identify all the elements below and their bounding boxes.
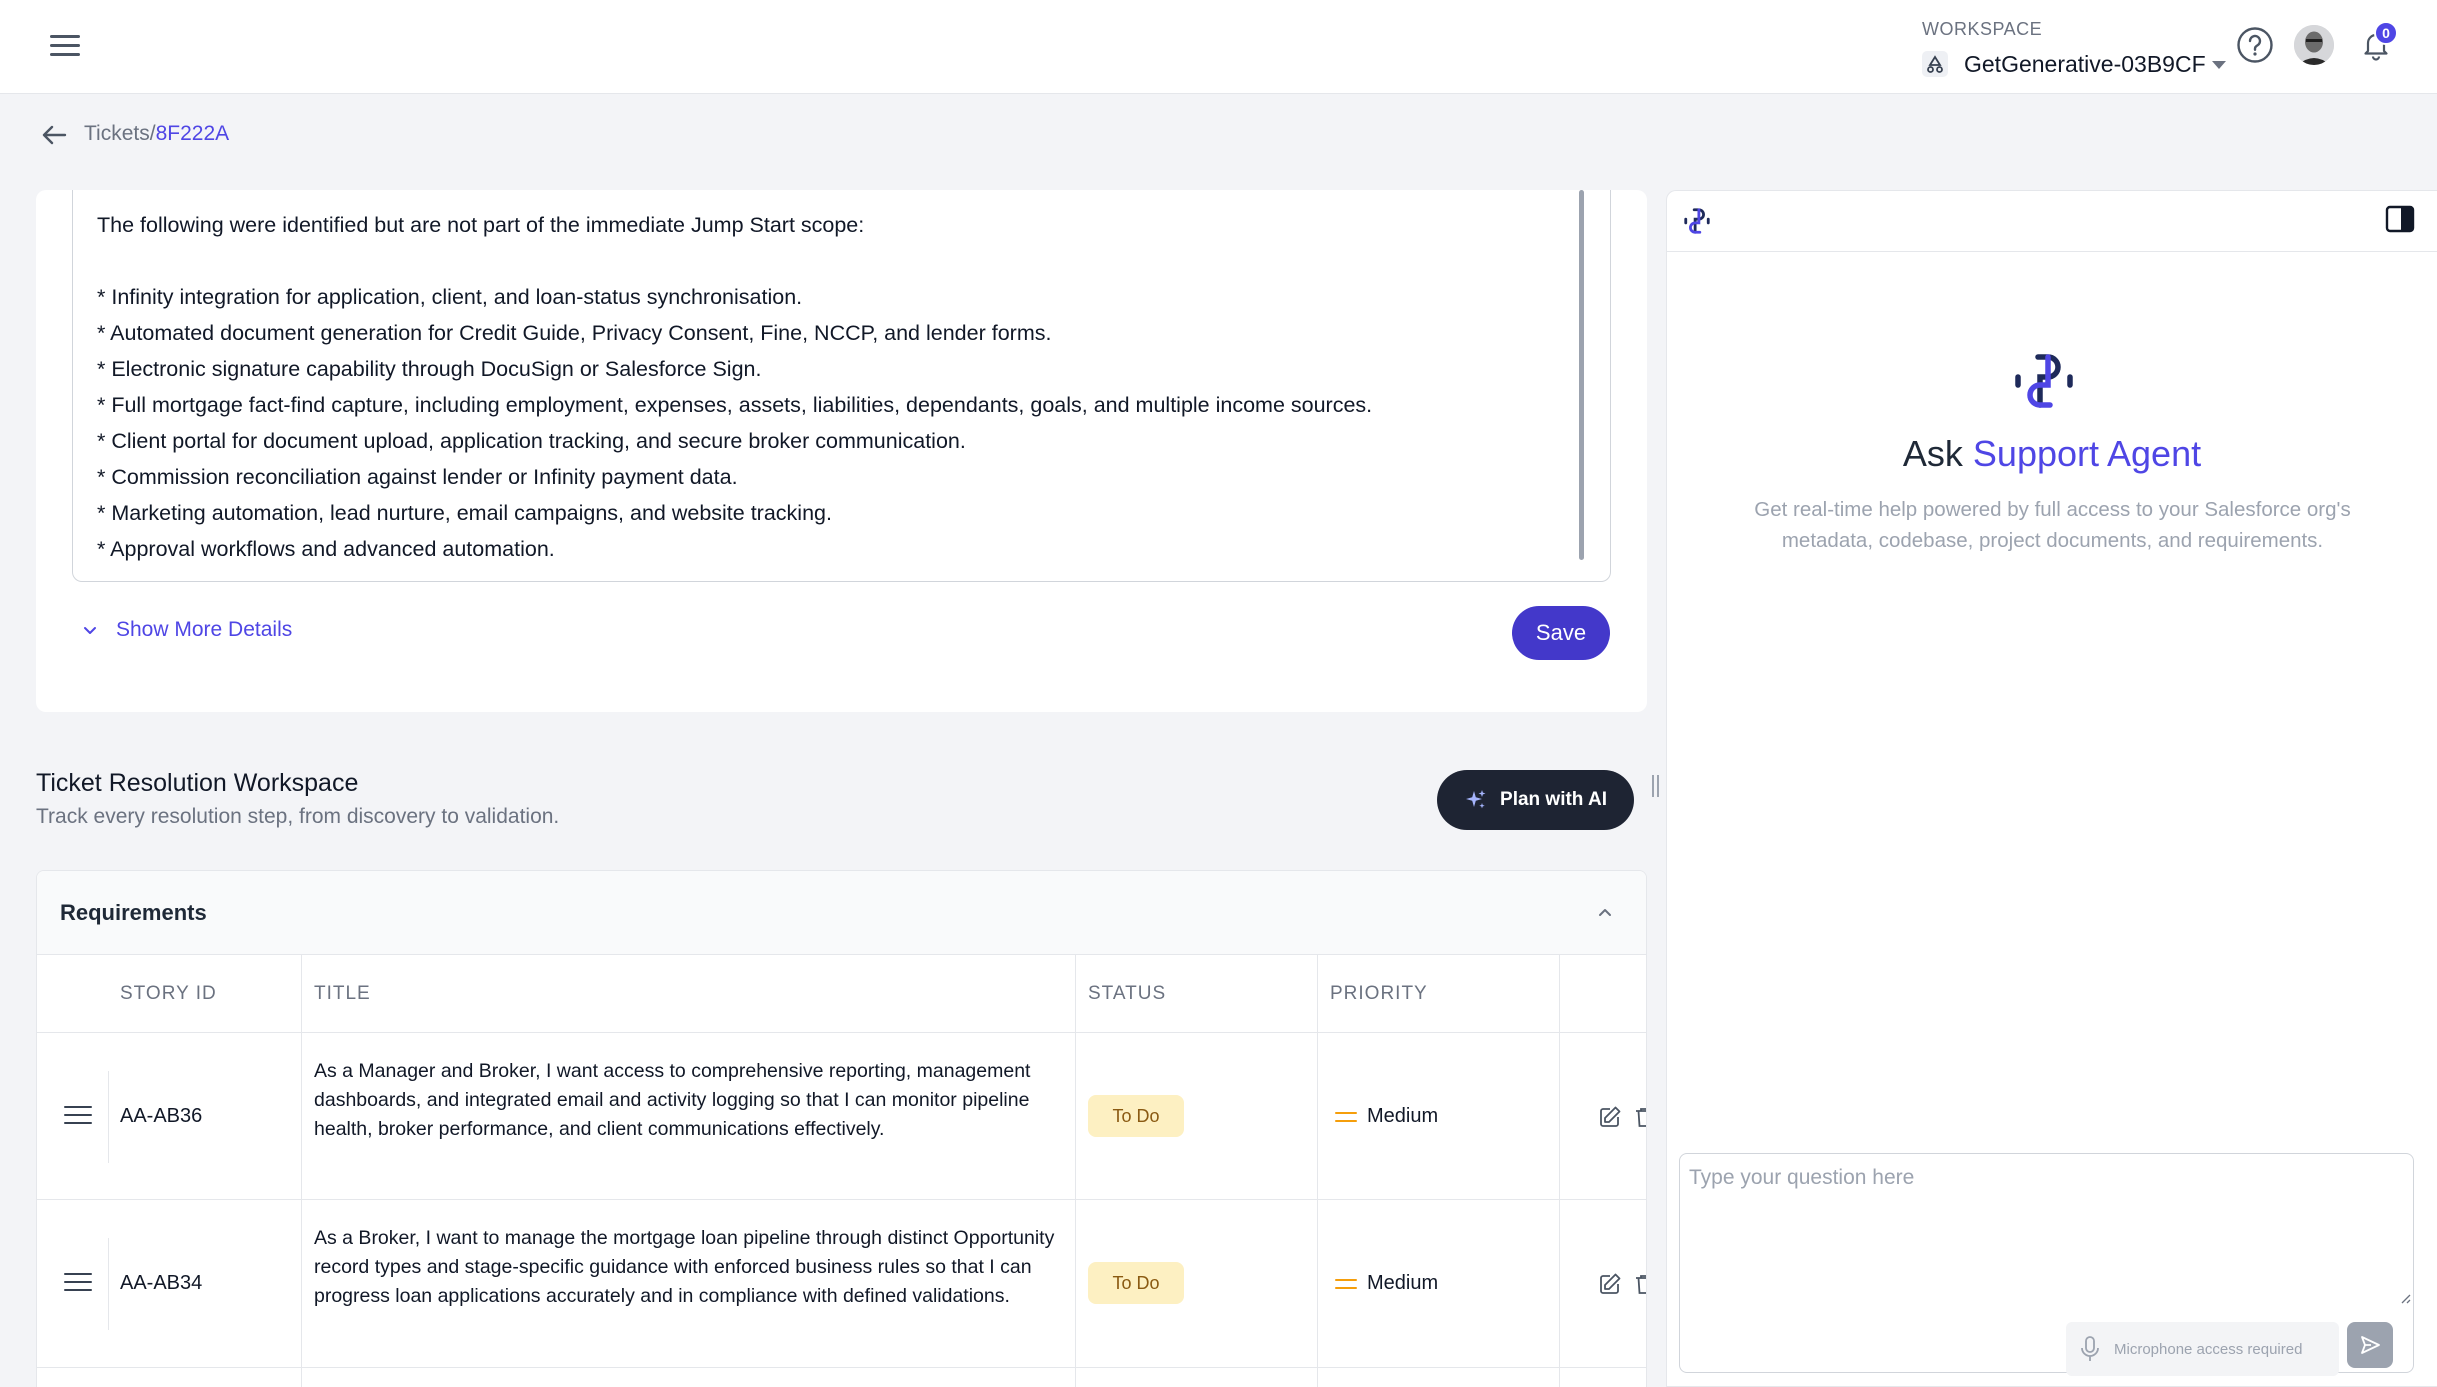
trash-icon[interactable] (1633, 1272, 1647, 1296)
drag-handle-icon[interactable] (64, 1273, 94, 1293)
story-title: As a Broker, I want to manage the mortga… (314, 1227, 1055, 1307)
agent-heading-highlight: Support Agent (1972, 433, 2202, 474)
back-arrow-icon[interactable] (40, 122, 68, 148)
status-badge[interactable]: To Do (1088, 1095, 1184, 1137)
chevron-up-icon[interactable] (1595, 902, 1615, 922)
ticket-description-card: The following were identified but are no… (36, 190, 1647, 712)
description-scrollbar[interactable] (1579, 190, 1584, 560)
help-icon[interactable] (2236, 26, 2274, 64)
description-item: * Automated document generation for Cred… (97, 321, 1052, 345)
support-agent-panel: Ask Support Agent Get real-time help pow… (1666, 190, 2437, 1387)
description-item: * Client portal for document upload, app… (97, 429, 966, 453)
agent-description: Get real-time help powered by full acces… (1754, 498, 2351, 552)
resize-grip-icon[interactable] (2399, 1292, 2411, 1304)
breadcrumb-parent[interactable]: Tickets (84, 122, 150, 146)
priority-value: Medium (1335, 1272, 1438, 1295)
requirements-table-header: STORY ID TITLE STATUS PRIORITY (37, 955, 1646, 1033)
story-id: AA-AB34 (120, 1272, 203, 1294)
priority-medium-icon (1335, 1110, 1357, 1124)
drag-handle-icon[interactable] (64, 1106, 94, 1126)
menu-icon[interactable] (50, 33, 80, 57)
description-item: * Infinity integration for application, … (97, 285, 803, 309)
description-item: * Approval workflows and advanced automa… (97, 537, 555, 561)
agent-logo-icon (1684, 208, 1710, 234)
avatar[interactable] (2294, 25, 2334, 65)
show-more-details-toggle[interactable]: Show More Details (82, 618, 292, 642)
microphone-status: Microphone access required (2114, 1340, 2303, 1358)
show-more-details-label: Show More Details (116, 618, 293, 641)
workspace-selector[interactable]: GetGenerative-03B9CF (1922, 47, 2226, 81)
plan-with-ai-button[interactable]: Plan with AI (1437, 770, 1634, 830)
priority-value: Medium (1335, 1105, 1438, 1128)
requirements-title: Requirements (60, 900, 207, 925)
column-header-priority[interactable]: PRIORITY (1330, 983, 1428, 1005)
description-item: * Full mortgage fact-find capture, inclu… (97, 393, 1373, 417)
requirements-panel: Requirements STORY ID TITLE STATUS PRIOR… (36, 870, 1647, 1387)
agent-heading: Ask Support Agent (1667, 433, 2437, 475)
description-item: * Electronic signature capability throug… (97, 357, 762, 381)
top-bar: WORKSPACE GetGenerative-03B9CF 0 (0, 0, 2437, 94)
edit-icon[interactable] (1598, 1105, 1622, 1129)
save-button[interactable]: Save (1512, 606, 1610, 660)
requirements-header[interactable]: Requirements (37, 871, 1646, 955)
avatar-image (2294, 25, 2334, 65)
notification-badge: 0 (2374, 21, 2398, 45)
sparkle-icon (1466, 790, 1486, 809)
table-row[interactable]: AA-AB34 As a Broker, I want to manage th… (37, 1200, 1646, 1368)
description-item: * Marketing automation, lead nurture, em… (97, 501, 832, 525)
chevron-down-icon (2211, 61, 2226, 69)
status-badge[interactable]: To Do (1088, 1262, 1184, 1304)
microphone-button[interactable]: Microphone access required (2066, 1322, 2339, 1376)
description-item: * Commission reconciliation against lend… (97, 465, 738, 489)
column-header-story-id[interactable]: STORY ID (120, 983, 217, 1005)
plan-with-ai-label: Plan with AI (1500, 789, 1607, 810)
column-header-title[interactable]: TITLE (314, 983, 371, 1005)
workspace-name: GetGenerative-03B9CF (1964, 50, 2206, 77)
workspace-icon (1922, 51, 1948, 77)
panel-toggle-icon[interactable] (2385, 205, 2415, 233)
agent-heading-prefix: Ask (1902, 433, 1973, 474)
priority-label: Medium (1367, 1105, 1439, 1127)
story-title: As a Manager and Broker, I want access t… (314, 1060, 1031, 1140)
resolution-workspace-title: Ticket Resolution Workspace (36, 769, 359, 797)
priority-label: Medium (1367, 1272, 1439, 1294)
breadcrumb: Tickets / 8F222A (84, 122, 229, 146)
trash-icon[interactable] (1633, 1105, 1647, 1129)
description-intro: The following were identified but are no… (97, 213, 865, 237)
table-row[interactable]: AA-AB36 As a Manager and Broker, I want … (37, 1033, 1646, 1200)
breadcrumb-current: 8F222A (155, 122, 230, 145)
agent-logo-icon (2015, 354, 2073, 408)
agent-question-box: Microphone access required (1679, 1153, 2414, 1376)
workspace-label: WORKSPACE (1922, 19, 2043, 39)
description-text: The following were identified but are no… (97, 207, 1567, 567)
story-id: AA-AB36 (120, 1105, 203, 1127)
column-header-status[interactable]: STATUS (1088, 983, 1166, 1005)
panel-resize-handle[interactable] (1651, 775, 1661, 797)
send-icon (2361, 1336, 2380, 1354)
resolution-workspace-subtitle: Track every resolution step, from discov… (36, 805, 560, 828)
microphone-icon (2081, 1336, 2099, 1361)
send-button[interactable] (2347, 1322, 2393, 1368)
chevron-down-icon (84, 627, 96, 634)
priority-medium-icon (1335, 1277, 1357, 1291)
agent-panel-header (1667, 191, 2437, 252)
edit-icon[interactable] (1598, 1272, 1622, 1296)
question-input[interactable] (1680, 1154, 2413, 1304)
